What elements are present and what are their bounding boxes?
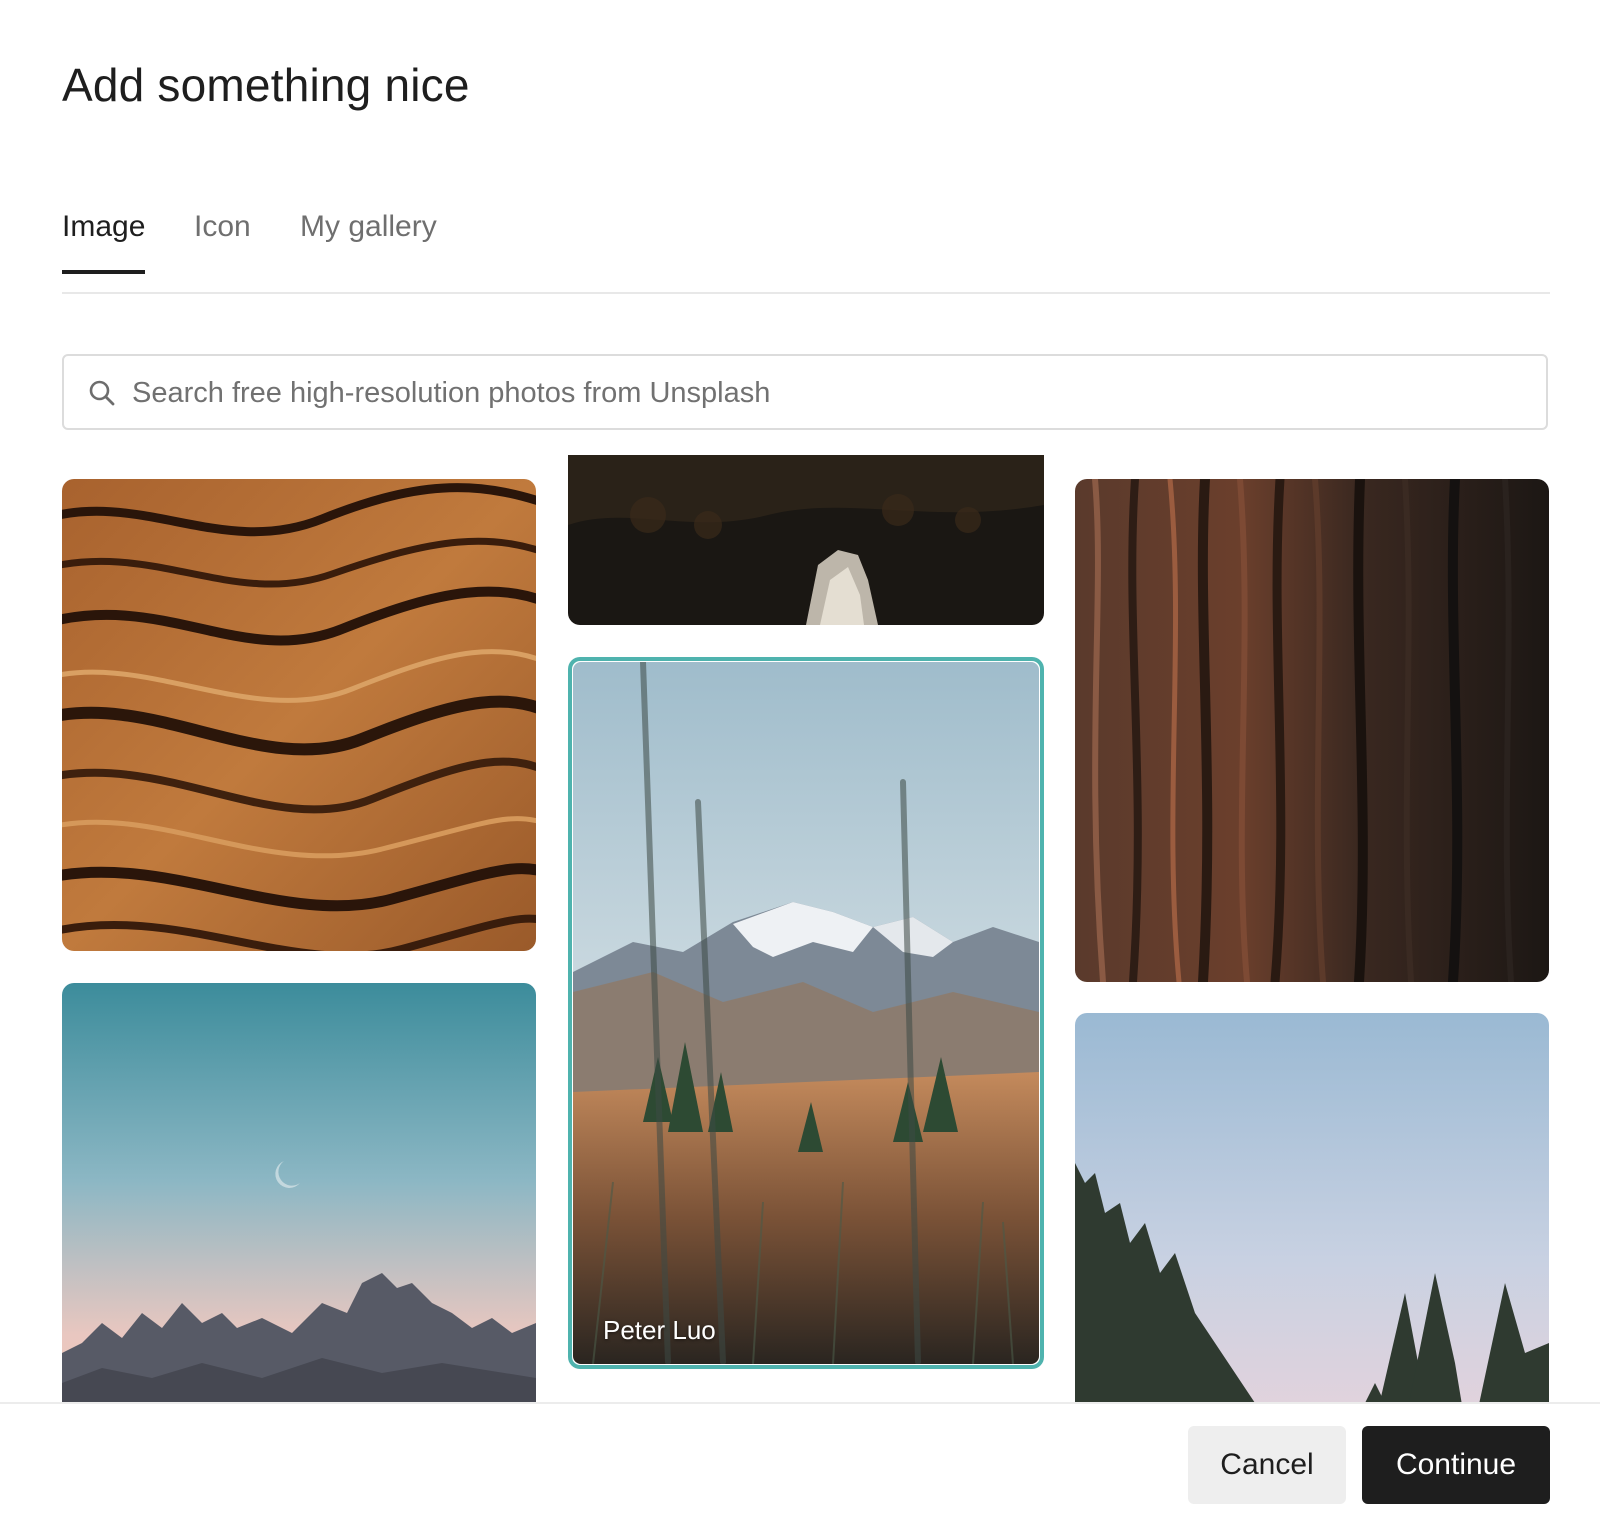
photo-image <box>1075 1013 1549 1402</box>
photo-tree-bark[interactable] <box>1075 479 1549 982</box>
photo-image <box>568 455 1044 625</box>
photo-image <box>62 983 536 1402</box>
photo-image: Peter Luo <box>573 662 1039 1364</box>
photo-mountain-grass[interactable]: Peter Luo <box>568 657 1044 1369</box>
dialog-footer: Cancel Continue <box>0 1402 1600 1526</box>
photo-grid: Peter Luo <box>0 0 1600 1402</box>
photo-image <box>1075 479 1549 982</box>
cancel-button[interactable]: Cancel <box>1188 1426 1346 1504</box>
photo-orange-waves[interactable] <box>62 479 536 951</box>
photo-mountain-peaks[interactable] <box>62 983 536 1402</box>
continue-button[interactable]: Continue <box>1362 1426 1550 1504</box>
photo-dark-forest[interactable] <box>568 455 1044 625</box>
photo-credit: Peter Luo <box>603 1315 716 1345</box>
photo-pine-trees[interactable] <box>1075 1013 1549 1402</box>
photo-image <box>62 479 536 951</box>
